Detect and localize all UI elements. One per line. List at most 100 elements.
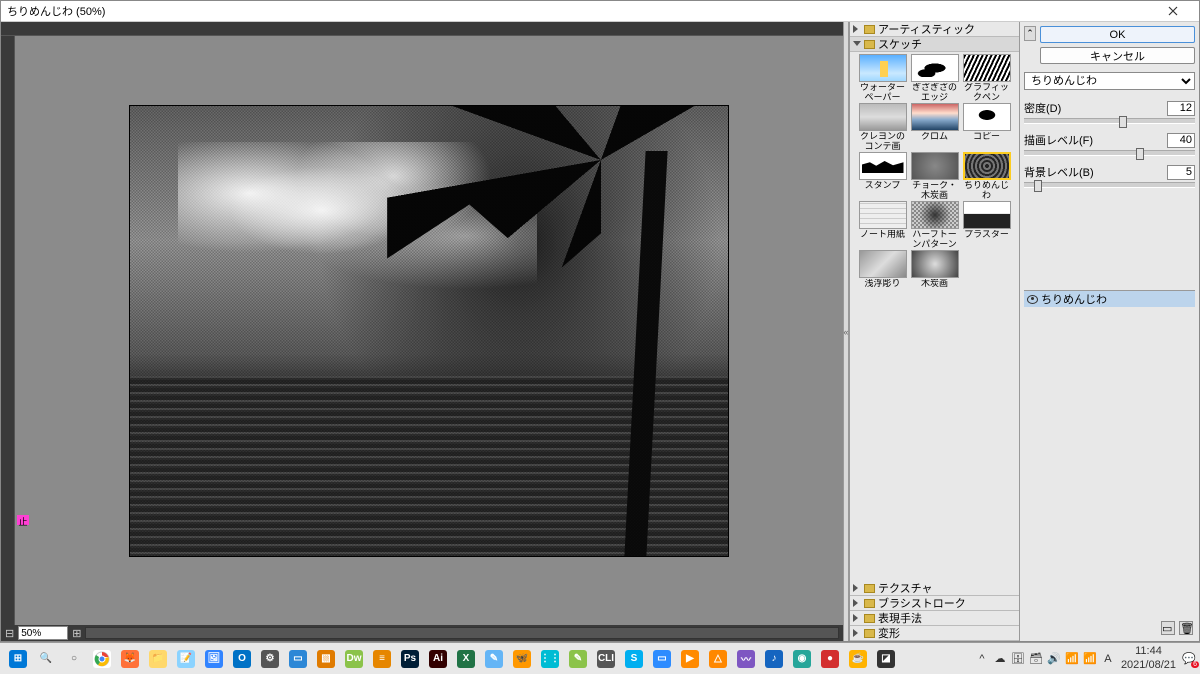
effect-layers-panel: ちりめんじわ bbox=[1024, 290, 1195, 307]
scrollbar-horizontal[interactable] bbox=[85, 627, 839, 639]
filter-thumb[interactable]: グラフィックペン bbox=[962, 54, 1012, 101]
clock[interactable]: 11:44 2021/08/21 bbox=[1121, 645, 1176, 671]
category-brush[interactable]: ブラシストローク bbox=[850, 596, 1019, 611]
taskbar-app-button[interactable]: ▧ bbox=[312, 645, 340, 673]
taskbar-app-button[interactable]: ✎ bbox=[480, 645, 508, 673]
filter-thumb-image bbox=[963, 152, 1011, 180]
category-presentation[interactable]: 表現手法 bbox=[850, 611, 1019, 626]
new-effect-layer-button[interactable]: ▭ bbox=[1161, 621, 1175, 635]
chevron-right-icon bbox=[853, 629, 861, 637]
filter-thumb-image bbox=[963, 103, 1011, 131]
taskbar-app-button[interactable] bbox=[88, 645, 116, 673]
taskbar[interactable]: ⊞🔍○🦊📁📝🖼O⚙▭▧Dw≡PsAiX✎🦋⋮⋮✎CLIS▭▶△〰♪◉●☕◪ ^☁… bbox=[0, 642, 1200, 674]
filter-thumb-image bbox=[911, 201, 959, 229]
filter-thumb[interactable]: ちりめんじわ bbox=[962, 152, 1012, 199]
taskbar-app-button[interactable]: CLI bbox=[592, 645, 620, 673]
taskbar-app-button[interactable]: ▭ bbox=[648, 645, 676, 673]
zoom-in-icon[interactable]: ⊞ bbox=[72, 627, 81, 640]
category-artistic[interactable]: アーティスティック bbox=[850, 22, 1019, 37]
tray-icon[interactable]: 📶 bbox=[1065, 652, 1079, 666]
taskbar-app-button[interactable]: △ bbox=[704, 645, 732, 673]
category-texture[interactable]: テクスチャ bbox=[850, 581, 1019, 596]
taskbar-app-button[interactable]: ☕ bbox=[844, 645, 872, 673]
tray-icon[interactable]: ^ bbox=[975, 652, 989, 666]
filter-thumb[interactable]: チョーク・木炭画 bbox=[910, 152, 960, 199]
taskbar-app-button[interactable]: ≡ bbox=[368, 645, 396, 673]
taskbar-app-button[interactable]: X bbox=[452, 645, 480, 673]
zoom-input[interactable] bbox=[18, 626, 68, 640]
slider-track[interactable] bbox=[1024, 182, 1195, 188]
category-sketch[interactable]: スケッチ bbox=[850, 37, 1019, 52]
taskbar-app-button[interactable]: 📝 bbox=[172, 645, 200, 673]
taskbar-app-button[interactable]: ○ bbox=[60, 645, 88, 673]
tray-icon[interactable]: A bbox=[1101, 652, 1115, 666]
taskbar-app-button[interactable]: 📁 bbox=[144, 645, 172, 673]
slider-thumb[interactable] bbox=[1136, 148, 1144, 160]
filter-thumb-image bbox=[859, 54, 907, 82]
filter-thumb[interactable]: クロム bbox=[910, 103, 960, 150]
effect-layer-row[interactable]: ちりめんじわ bbox=[1024, 291, 1195, 307]
filter-thumb[interactable]: スタンプ bbox=[858, 152, 908, 199]
notification-icon[interactable]: 💬6 bbox=[1182, 652, 1196, 666]
cancel-button[interactable]: キャンセル bbox=[1040, 47, 1195, 64]
taskbar-app-button[interactable]: 🖼 bbox=[200, 645, 228, 673]
filter-select[interactable]: ちりめんじわ bbox=[1024, 72, 1195, 90]
titlebar[interactable]: ちりめんじわ (50%) bbox=[1, 1, 1199, 22]
filter-thumb[interactable]: 浅浮彫り bbox=[858, 250, 908, 297]
slider-value-input[interactable] bbox=[1167, 101, 1195, 116]
taskbar-app-button[interactable]: 🦊 bbox=[116, 645, 144, 673]
tray-icon[interactable]: 📶 bbox=[1083, 652, 1097, 666]
filter-thumb[interactable]: コピー bbox=[962, 103, 1012, 150]
taskbar-app-button[interactable]: Ps bbox=[396, 645, 424, 673]
filter-thumb[interactable]: ぎざぎざのエッジ bbox=[910, 54, 960, 101]
slider-value-input[interactable] bbox=[1167, 165, 1195, 180]
taskbar-app-button[interactable]: Dw bbox=[340, 645, 368, 673]
filter-thumb-label: ノート用紙 bbox=[860, 230, 905, 248]
taskbar-app-button[interactable]: ⊞ bbox=[4, 645, 32, 673]
slider-thumb[interactable] bbox=[1119, 116, 1127, 128]
taskbar-app-button[interactable]: ▭ bbox=[284, 645, 312, 673]
taskbar-app-button[interactable]: S bbox=[620, 645, 648, 673]
taskbar-app-button[interactable]: ◉ bbox=[788, 645, 816, 673]
filter-thumb[interactable]: クレヨンのコンテ画 bbox=[858, 103, 908, 150]
folder-icon bbox=[864, 25, 875, 34]
taskbar-app-button[interactable]: ♪ bbox=[760, 645, 788, 673]
slider-track[interactable] bbox=[1024, 150, 1195, 156]
filter-thumb-image bbox=[859, 103, 907, 131]
taskbar-app-button[interactable]: ⋮⋮ bbox=[536, 645, 564, 673]
slider-thumb[interactable] bbox=[1034, 180, 1042, 192]
canvas-viewport[interactable]: 止 bbox=[15, 36, 843, 625]
slider-track[interactable] bbox=[1024, 118, 1195, 124]
filter-thumb[interactable]: 木炭画 bbox=[910, 250, 960, 297]
collapse-toggle[interactable]: ⌃ bbox=[1024, 26, 1036, 41]
taskbar-app-button[interactable]: O bbox=[228, 645, 256, 673]
taskbar-app-button[interactable]: 🔍 bbox=[32, 645, 60, 673]
taskbar-app-button[interactable]: 🦋 bbox=[508, 645, 536, 673]
taskbar-app-button[interactable]: ⚙ bbox=[256, 645, 284, 673]
taskbar-app-button[interactable]: Ai bbox=[424, 645, 452, 673]
close-button[interactable] bbox=[1153, 1, 1193, 21]
filter-thumb-image bbox=[911, 152, 959, 180]
tray-icon[interactable]: 🔊 bbox=[1047, 652, 1061, 666]
chevron-down-icon bbox=[853, 41, 861, 49]
eye-icon[interactable] bbox=[1027, 295, 1038, 304]
tray-icon[interactable]: 🗄 bbox=[1011, 652, 1025, 666]
slider-value-input[interactable] bbox=[1167, 133, 1195, 148]
tray-icon[interactable]: 🗃 bbox=[1029, 652, 1043, 666]
layer-name: ちりめんじわ bbox=[1041, 291, 1107, 307]
taskbar-app-button[interactable]: ◪ bbox=[872, 645, 900, 673]
ok-button[interactable]: OK bbox=[1040, 26, 1195, 43]
system-tray[interactable]: ^ ☁ 🗄 🗃 🔊 📶 📶 A 11:44 2021/08/21 💬6 bbox=[975, 645, 1196, 671]
filter-thumb[interactable]: ノート用紙 bbox=[858, 201, 908, 248]
tray-icon[interactable]: ☁ bbox=[993, 652, 1007, 666]
filter-thumb[interactable]: プラスター bbox=[962, 201, 1012, 248]
delete-effect-layer-button[interactable]: 🗑 bbox=[1179, 621, 1193, 635]
taskbar-app-button[interactable]: 〰 bbox=[732, 645, 760, 673]
taskbar-app-button[interactable]: ✎ bbox=[564, 645, 592, 673]
taskbar-app-button[interactable]: ● bbox=[816, 645, 844, 673]
filter-thumb[interactable]: ウォーターペーパー bbox=[858, 54, 908, 101]
filter-thumb[interactable]: ハーフトーンパターン bbox=[910, 201, 960, 248]
category-distort[interactable]: 変形 bbox=[850, 626, 1019, 641]
taskbar-app-button[interactable]: ▶ bbox=[676, 645, 704, 673]
zoom-out-icon[interactable]: ⊟ bbox=[5, 627, 14, 640]
